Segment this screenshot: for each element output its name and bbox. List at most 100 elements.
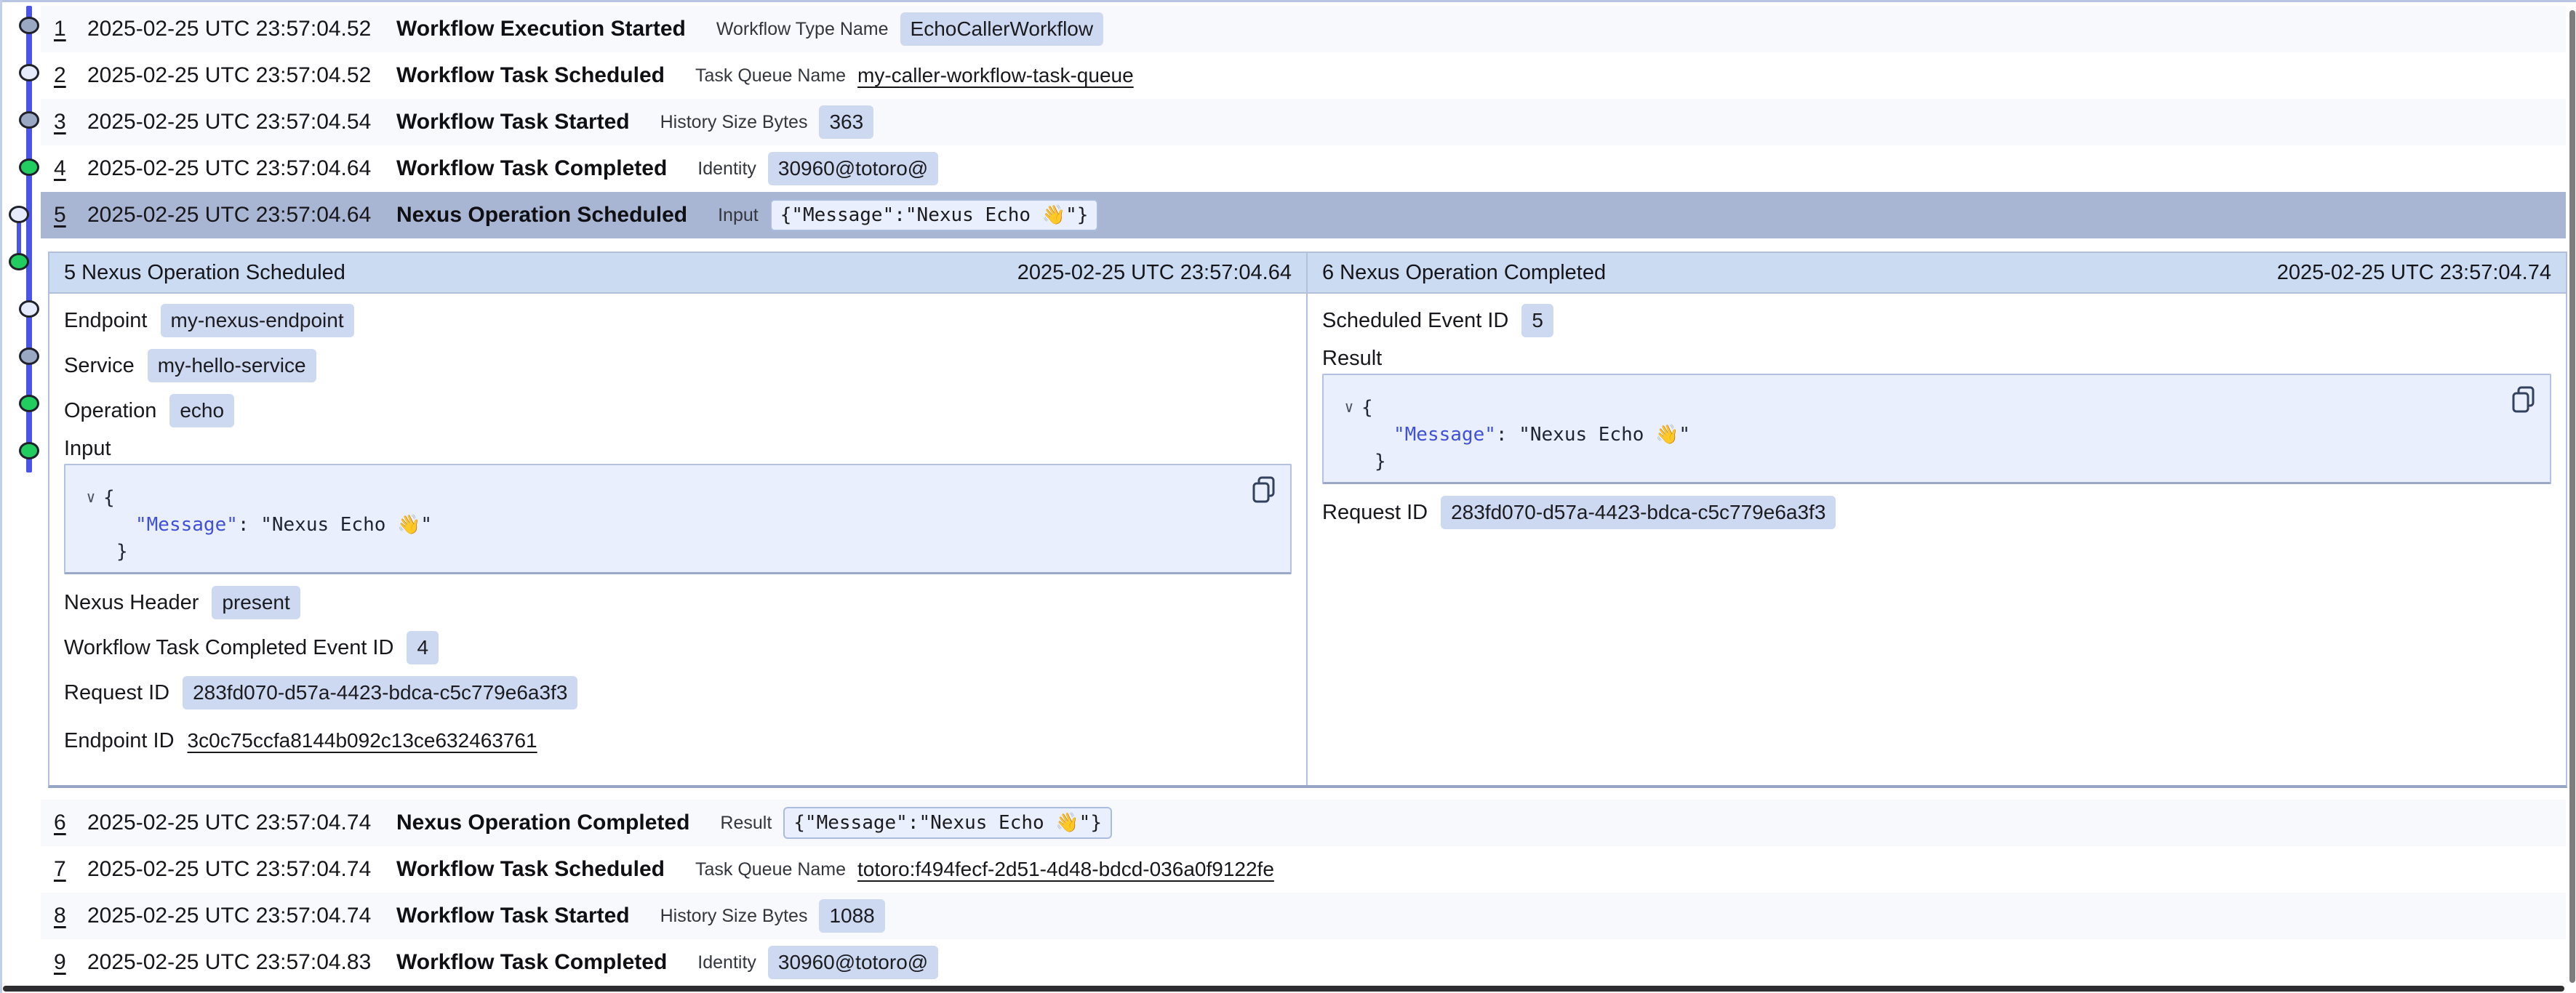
event-name: Nexus Operation Scheduled xyxy=(396,203,687,228)
event-id-link[interactable]: 9 xyxy=(54,950,87,975)
event-detail-card: 5 Nexus Operation Scheduled 2025-02-25 U… xyxy=(48,252,2567,788)
event-dot-6[interactable] xyxy=(9,253,29,270)
event-name: Workflow Task Completed xyxy=(396,156,667,181)
result-json-viewer: ∨{ "Message": "Nexus Echo 👋" } xyxy=(1322,374,2551,484)
event-graph xyxy=(0,0,41,993)
event-detail-label: Identity xyxy=(697,158,756,180)
event-name: Nexus Operation Completed xyxy=(396,811,689,835)
event-timestamp: 2025-02-25 UTC 23:57:04.64 xyxy=(87,156,396,181)
event-dot-8[interactable] xyxy=(19,347,39,365)
vertical-scrollbar-thumb[interactable] xyxy=(2569,10,2575,983)
copy-icon[interactable] xyxy=(1249,474,1279,506)
detail-panel-timestamp: 2025-02-25 UTC 23:57:04.64 xyxy=(1017,261,1292,285)
field-wft-completed-event-id: Workflow Task Completed Event ID 4 xyxy=(64,625,1292,670)
input-json-viewer: ∨{ "Message": "Nexus Echo 👋" } xyxy=(64,464,1292,574)
event-dot-10[interactable] xyxy=(19,442,39,459)
field-scheduled-event-id: Scheduled Event ID 5 xyxy=(1322,298,2551,343)
collapse-chevron-icon[interactable]: ∨ xyxy=(79,484,103,511)
field-endpoint: Endpoint my-nexus-endpoint xyxy=(64,298,1292,343)
task-queue-link[interactable]: totoro:f494fecf-2d51-4d48-bdcd-036a0f912… xyxy=(857,858,1274,881)
field-nexus-header: Nexus Header present xyxy=(64,580,1292,625)
collapse-chevron-icon[interactable]: ∨ xyxy=(1337,394,1361,421)
event-id-link[interactable]: 7 xyxy=(54,857,87,882)
nexus-header-badge: present xyxy=(212,586,300,619)
event-name: Workflow Task Scheduled xyxy=(396,857,665,882)
event-row-7[interactable]: 7 2025-02-25 UTC 23:57:04.74 Workflow Ta… xyxy=(41,846,2566,893)
event-dot-4[interactable] xyxy=(19,158,39,176)
event-detail-value-badge: 30960@totoro@ xyxy=(768,152,938,185)
event-timestamp: 2025-02-25 UTC 23:57:04.52 xyxy=(87,17,396,41)
event-timestamp: 2025-02-25 UTC 23:57:04.83 xyxy=(87,950,396,975)
card-top-border xyxy=(0,0,2576,2)
event-dot-2[interactable] xyxy=(19,64,39,81)
detail-panel-title: 5 Nexus Operation Scheduled xyxy=(64,261,345,285)
event-id-link[interactable]: 6 xyxy=(54,811,87,835)
event-id-link[interactable]: 2 xyxy=(54,63,87,88)
event-dot-7[interactable] xyxy=(19,300,39,318)
event-timestamp: 2025-02-25 UTC 23:57:04.52 xyxy=(87,63,396,88)
event-name: Workflow Task Started xyxy=(396,110,630,134)
request-id-badge: 283fd070-d57a-4423-bdca-c5c779e6a3f3 xyxy=(183,676,577,709)
event-row-4[interactable]: 4 2025-02-25 UTC 23:57:04.64 Workflow Ta… xyxy=(41,145,2566,192)
event-dot-9[interactable] xyxy=(19,395,39,412)
event-timestamp: 2025-02-25 UTC 23:57:04.74 xyxy=(87,904,396,928)
event-row-1[interactable]: 1 2025-02-25 UTC 23:57:04.52 Workflow Ex… xyxy=(41,6,2566,52)
detail-panel-header: 6 Nexus Operation Completed 2025-02-25 U… xyxy=(1308,253,2566,294)
detail-panel-timestamp: 2025-02-25 UTC 23:57:04.74 xyxy=(2277,261,2551,285)
event-payload-badge: {"Message":"Nexus Echo 👋"} xyxy=(783,807,1112,839)
event-detail-value-badge: 30960@totoro@ xyxy=(768,946,938,979)
event-row-5-selected[interactable]: 5 2025-02-25 UTC 23:57:04.64 Nexus Opera… xyxy=(41,192,2566,238)
event-detail-label: Result xyxy=(720,813,772,834)
event-detail-label: History Size Bytes xyxy=(660,906,808,927)
event-name: Workflow Task Completed xyxy=(396,950,667,975)
json-key: "Message" xyxy=(1393,424,1496,446)
task-queue-link[interactable]: my-caller-workflow-task-queue xyxy=(857,64,1134,87)
event-id-link[interactable]: 4 xyxy=(54,156,87,181)
event-row-9[interactable]: 9 2025-02-25 UTC 23:57:04.83 Workflow Ta… xyxy=(41,939,2566,986)
event-detail-value-badge: EchoCallerWorkflow xyxy=(900,12,1104,46)
event-timestamp: 2025-02-25 UTC 23:57:04.74 xyxy=(87,857,396,882)
event-payload-badge: {"Message":"Nexus Echo 👋"} xyxy=(770,199,1099,231)
endpoint-id-link[interactable]: 3c0c75ccfa8144b092c13ce632463761 xyxy=(188,729,537,752)
detail-panel-nexus-scheduled: 5 Nexus Operation Scheduled 2025-02-25 U… xyxy=(49,253,1308,785)
event-detail-value-badge: 363 xyxy=(819,105,873,139)
field-service: Service my-hello-service xyxy=(64,343,1292,388)
event-row-8[interactable]: 8 2025-02-25 UTC 23:57:04.74 Workflow Ta… xyxy=(41,893,2566,939)
event-dot-5[interactable] xyxy=(9,206,29,223)
event-detail-label: Identity xyxy=(697,952,756,973)
event-row-2[interactable]: 2 2025-02-25 UTC 23:57:04.52 Workflow Ta… xyxy=(41,52,2566,99)
wft-completed-event-id-badge: 4 xyxy=(407,631,439,664)
field-request-id: Request ID 283fd070-d57a-4423-bdca-c5c77… xyxy=(64,670,1292,715)
event-timestamp: 2025-02-25 UTC 23:57:04.64 xyxy=(87,203,396,228)
event-row-3[interactable]: 3 2025-02-25 UTC 23:57:04.54 Workflow Ta… xyxy=(41,99,2566,145)
event-detail-label: Workflow Type Name xyxy=(716,19,889,40)
input-label: Input xyxy=(64,433,1292,464)
event-name: Workflow Task Scheduled xyxy=(396,63,665,88)
operation-badge: echo xyxy=(169,394,234,427)
event-dot-1[interactable] xyxy=(19,17,39,34)
event-dot-3[interactable] xyxy=(19,111,39,129)
event-detail-label: Input xyxy=(718,205,759,226)
event-row-6[interactable]: 6 2025-02-25 UTC 23:57:04.74 Nexus Opera… xyxy=(41,800,2566,846)
field-request-id: Request ID 283fd070-d57a-4423-bdca-c5c77… xyxy=(1322,490,2551,535)
detail-panel-nexus-completed: 6 Nexus Operation Completed 2025-02-25 U… xyxy=(1308,253,2566,785)
scheduled-event-id-badge: 5 xyxy=(1521,304,1553,337)
horizontal-scrollbar-thumb[interactable] xyxy=(3,986,2564,992)
event-name: Workflow Task Started xyxy=(396,904,630,928)
event-id-link[interactable]: 3 xyxy=(54,110,87,134)
event-timestamp: 2025-02-25 UTC 23:57:04.54 xyxy=(87,110,396,134)
event-name: Workflow Execution Started xyxy=(396,17,686,41)
json-value: "Nexus Echo 👋" xyxy=(260,514,432,536)
result-label: Result xyxy=(1322,343,2551,374)
service-badge: my-hello-service xyxy=(148,349,316,382)
request-id-badge: 283fd070-d57a-4423-bdca-c5c779e6a3f3 xyxy=(1441,496,1836,529)
detail-panel-title: 6 Nexus Operation Completed xyxy=(1322,261,1606,285)
detail-panel-header: 5 Nexus Operation Scheduled 2025-02-25 U… xyxy=(49,253,1306,294)
event-id-link[interactable]: 5 xyxy=(54,203,87,228)
event-detail-label: Task Queue Name xyxy=(695,65,846,87)
copy-icon[interactable] xyxy=(2509,384,2538,416)
event-detail-value-badge: 1088 xyxy=(819,899,884,933)
event-id-link[interactable]: 1 xyxy=(54,17,87,41)
json-key: "Message" xyxy=(135,514,238,536)
event-id-link[interactable]: 8 xyxy=(54,904,87,928)
